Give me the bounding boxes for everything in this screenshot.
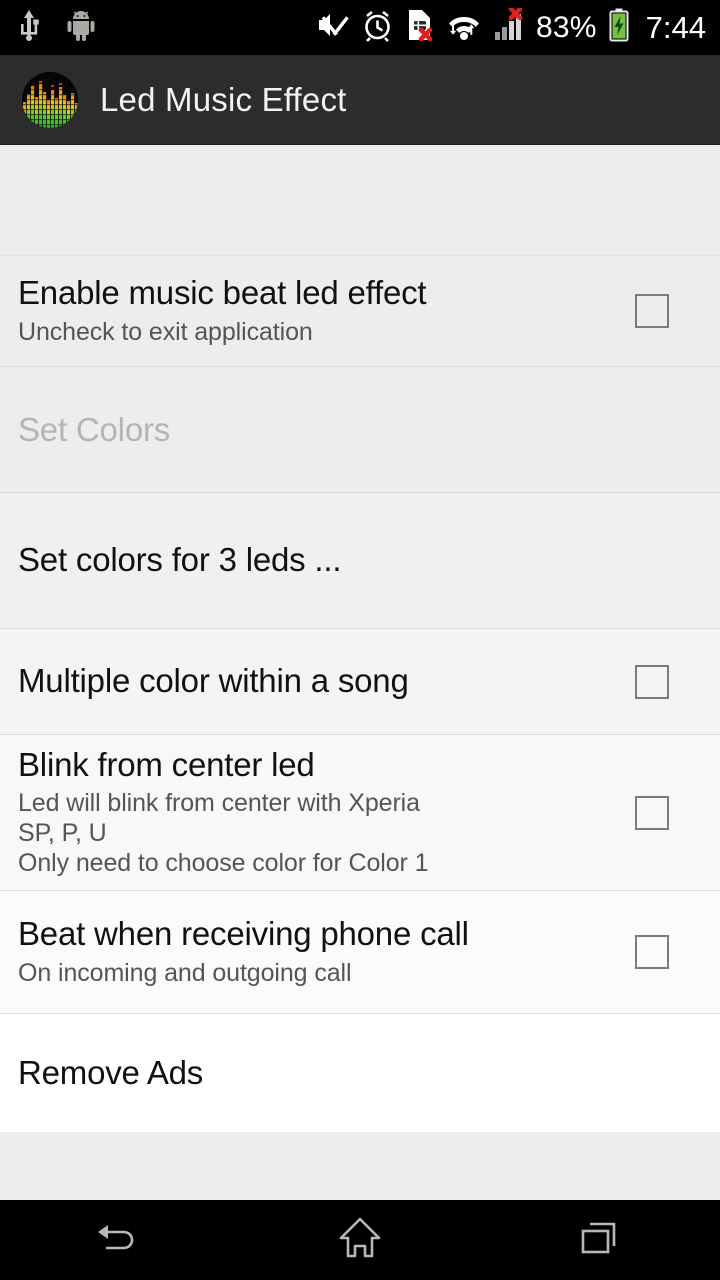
back-arrow-icon (94, 1216, 146, 1265)
vibrate-mute-icon (316, 8, 350, 47)
navigation-bar (0, 1200, 720, 1280)
preference-title: Multiple color within a song (18, 662, 409, 700)
status-bar-right-icons: 83% 7:44 (316, 6, 706, 47)
action-bar: Led Music Effect (0, 55, 720, 145)
preference-texts: Remove Ads (18, 1053, 720, 1092)
battery-percent-label: 83% (536, 10, 597, 44)
preference-title: Blink from center led (18, 745, 315, 783)
android-icon (66, 9, 96, 46)
preference-texts: Blink from center led Led will blink fro… (18, 745, 635, 879)
preference-summary: Led will blink from center with Xperia S… (18, 788, 619, 878)
wifi-icon (446, 9, 482, 46)
alarm-clock-icon (361, 9, 394, 47)
preference-title: Set colors for 3 leds ... (18, 541, 342, 579)
recents-icon (577, 1216, 623, 1265)
preference-texts: Enable music beat led effect Uncheck to … (18, 274, 635, 347)
summary-line: Led will blink from center with Xperia (18, 789, 420, 818)
app-logo-equalizer-icon (22, 71, 78, 128)
battery-charging-icon (608, 8, 630, 47)
recents-button[interactable] (480, 1200, 720, 1280)
checkbox-blink-center[interactable] (635, 795, 669, 830)
home-button[interactable] (240, 1200, 480, 1280)
preference-summary: On incoming and outgoing call (18, 958, 619, 988)
preference-item-beat-phone-call[interactable]: Beat when receiving phone call On incomi… (0, 891, 720, 1013)
status-bar-left-icons (18, 8, 96, 47)
status-bar: 83% 7:44 (0, 0, 720, 55)
preference-summary: Uncheck to exit application (18, 317, 619, 347)
checkbox-enable-effect[interactable] (635, 294, 669, 328)
preference-item-set-colors-for-leds[interactable]: Set colors for 3 leds ... (0, 493, 720, 628)
checkbox-multiple-color[interactable] (635, 664, 669, 699)
summary-line: Uncheck to exit application (18, 317, 313, 346)
preference-texts: Set colors for 3 leds ... (18, 541, 720, 579)
preference-item-blink-center[interactable]: Blink from center led Led will blink fro… (0, 735, 720, 890)
checkbox-beat-phone-call[interactable] (635, 935, 669, 969)
usb-icon (18, 8, 40, 47)
back-button[interactable] (0, 1200, 240, 1280)
summary-line: Only need to choose color for Color 1 (18, 849, 429, 878)
section-header-set-colors: Set Colors (0, 367, 720, 492)
preference-list[interactable]: Enable music beat led effect Uncheck to … (0, 145, 720, 1200)
phone-screen: 83% 7:44 Led Music Effect Enable music b… (0, 0, 720, 1280)
sim-card-error-icon (405, 8, 435, 47)
summary-line: SP, P, U (18, 819, 107, 848)
preference-title: Enable music beat led effect (18, 274, 427, 312)
preference-item-enable-effect[interactable]: Enable music beat led effect Uncheck to … (0, 256, 720, 366)
home-icon (337, 1214, 383, 1267)
clock-label: 7:44 (645, 10, 706, 45)
section-header-label: Set Colors (18, 410, 171, 448)
preference-title: Remove Ads (18, 1053, 204, 1091)
preference-item-remove-ads[interactable]: Remove Ads (0, 1014, 720, 1132)
summary-line: On incoming and outgoing call (18, 958, 352, 987)
preference-item-multiple-color[interactable]: Multiple color within a song (0, 629, 720, 734)
preference-top-spacer (0, 145, 720, 255)
preference-title: Beat when receiving phone call (18, 915, 469, 953)
signal-error-icon (493, 6, 525, 47)
preference-texts: Beat when receiving phone call On incomi… (18, 915, 635, 988)
page-title: Led Music Effect (100, 81, 347, 118)
preference-texts: Multiple color within a song (18, 662, 635, 700)
